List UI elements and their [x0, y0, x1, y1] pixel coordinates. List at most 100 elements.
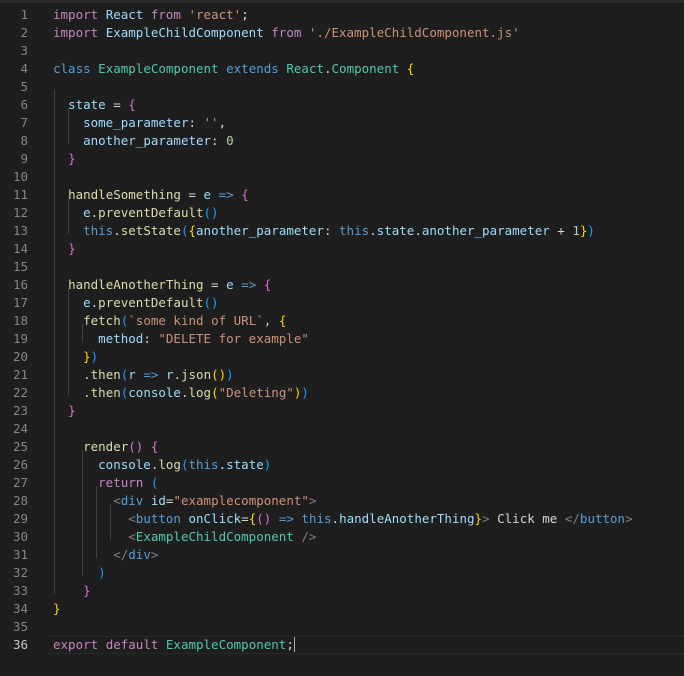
keyword-token: this — [83, 223, 114, 238]
bracket-token: } — [53, 601, 61, 616]
code-line: method: "DELETE for example" — [98, 331, 309, 346]
bracket-token: } — [68, 151, 76, 166]
code-editor[interactable]: 1 2 3 4 5 6 7 8 9 10 11 12 13 14 15 16 17 18 19 20 21 22 23 24 2… — [0, 0, 684, 676]
keyword-token: export — [53, 637, 99, 652]
function-token: render — [83, 439, 129, 454]
line-number[interactable]: 27 — [0, 474, 28, 492]
line-number[interactable]: 13 — [0, 222, 28, 240]
line-number[interactable]: 35 — [0, 618, 28, 636]
tag-bracket-token: < — [128, 529, 136, 544]
function-token: setState — [120, 223, 181, 238]
bracket-token: ( — [150, 475, 159, 490]
identifier-token: e — [203, 187, 212, 202]
line-number[interactable]: 25 — [0, 438, 28, 456]
line-number[interactable]: 21 — [0, 366, 28, 384]
string-token: '' — [203, 115, 219, 130]
number-token: 0 — [226, 133, 234, 148]
function-token: then — [90, 385, 121, 400]
code-line: e.preventDefault() — [83, 205, 219, 220]
line-number[interactable]: 8 — [0, 132, 28, 150]
line-number[interactable]: 2 — [0, 24, 28, 42]
code-line: <button onClick={() => this.handleAnothe… — [128, 511, 633, 526]
line-number[interactable]: 19 — [0, 330, 28, 348]
bracket-token: ) — [90, 349, 99, 364]
keyword-token: import — [53, 25, 99, 40]
tag-bracket-token: < — [113, 493, 121, 508]
function-token: json — [181, 367, 212, 382]
line-number[interactable]: 15 — [0, 258, 28, 276]
function-token: fetch — [83, 313, 121, 328]
identifier-token: e — [83, 205, 91, 220]
function-token: then — [90, 367, 121, 382]
code-line: some_parameter: '', — [83, 115, 227, 130]
line-number[interactable]: 28 — [0, 492, 28, 510]
line-number[interactable]: 20 — [0, 348, 28, 366]
line-number[interactable]: 4 — [0, 60, 28, 78]
line-number[interactable]: 29 — [0, 510, 28, 528]
line-number[interactable]: 17 — [0, 294, 28, 312]
bracket-token: ) — [98, 565, 106, 580]
code-line: return ( — [53, 474, 158, 492]
line-number[interactable]: 12 — [0, 204, 28, 222]
code-line: import React from 'react'; — [53, 7, 249, 22]
line-number[interactable]: 23 — [0, 402, 28, 420]
bracket-token: } — [83, 349, 91, 364]
attribute-token: id — [150, 493, 166, 508]
keyword-token: this — [188, 457, 219, 472]
bracket-token: { — [263, 277, 272, 292]
line-number[interactable]: 33 — [0, 582, 28, 600]
bracket-token: () — [203, 295, 219, 310]
bracket-token: ) — [226, 367, 234, 382]
code-area[interactable]: import React from 'react'; import Exampl… — [53, 0, 684, 676]
keyword-token: extends — [226, 61, 279, 76]
tag-name-token: div — [128, 547, 151, 562]
line-number[interactable]: 22 — [0, 384, 28, 402]
line-number[interactable]: 5 — [0, 78, 28, 96]
tag-bracket-token: < — [128, 511, 136, 526]
code-line: e.preventDefault() — [83, 295, 219, 310]
code-line: .then(r => r.json()) — [83, 367, 234, 382]
line-number[interactable]: 24 — [0, 420, 28, 438]
bracket-token: ) — [263, 457, 272, 472]
line-number-gutter[interactable]: 1 2 3 4 5 6 7 8 9 10 11 12 13 14 15 16 17 18 19 20 21 22 23 24 2… — [0, 0, 44, 676]
line-number[interactable]: 7 — [0, 114, 28, 132]
line-number[interactable]: 1 — [0, 6, 28, 24]
tag-bracket-token: </ — [113, 547, 129, 562]
tag-name-token: button — [135, 511, 181, 526]
bracket-token: } — [68, 241, 76, 256]
code-line: } — [53, 402, 76, 420]
tag-bracket-token: /> — [301, 529, 317, 544]
code-line: this.setState({another_parameter: this.s… — [83, 223, 595, 238]
function-token: preventDefault — [98, 295, 204, 310]
line-number[interactable]: 16 — [0, 276, 28, 294]
line-number[interactable]: 9 — [0, 150, 28, 168]
code-line: } — [53, 582, 91, 600]
keyword-token: this — [339, 223, 370, 238]
line-number[interactable]: 11 — [0, 186, 28, 204]
bracket-token: { — [188, 223, 197, 238]
keyword-token: => — [278, 511, 294, 526]
code-line: export default ExampleComponent; — [53, 637, 295, 652]
code-line: another_parameter: 0 — [83, 133, 234, 148]
line-number[interactable]: 10 — [0, 168, 28, 186]
line-number[interactable]: 32 — [0, 564, 28, 582]
bracket-token: () — [128, 439, 144, 454]
line-number[interactable]: 31 — [0, 546, 28, 564]
function-token: log — [188, 385, 212, 400]
line-number[interactable]: 30 — [0, 528, 28, 546]
line-number[interactable]: 6 — [0, 96, 28, 114]
line-number[interactable]: 18 — [0, 312, 28, 330]
identifier-token: state — [376, 223, 415, 238]
text-cursor — [293, 637, 295, 652]
bracket-token: { — [406, 61, 415, 76]
bracket-token: } — [83, 583, 91, 598]
line-number[interactable]: 14 — [0, 240, 28, 258]
bracket-token: () — [203, 205, 219, 220]
line-number[interactable]: 3 — [0, 42, 28, 60]
keyword-token: from — [150, 7, 181, 22]
line-number[interactable]: 26 — [0, 456, 28, 474]
string-token: './ExampleChildComponent.js' — [308, 25, 520, 40]
line-number[interactable]: 36 — [0, 636, 28, 654]
line-number[interactable]: 34 — [0, 600, 28, 618]
keyword-token: => — [143, 367, 159, 382]
